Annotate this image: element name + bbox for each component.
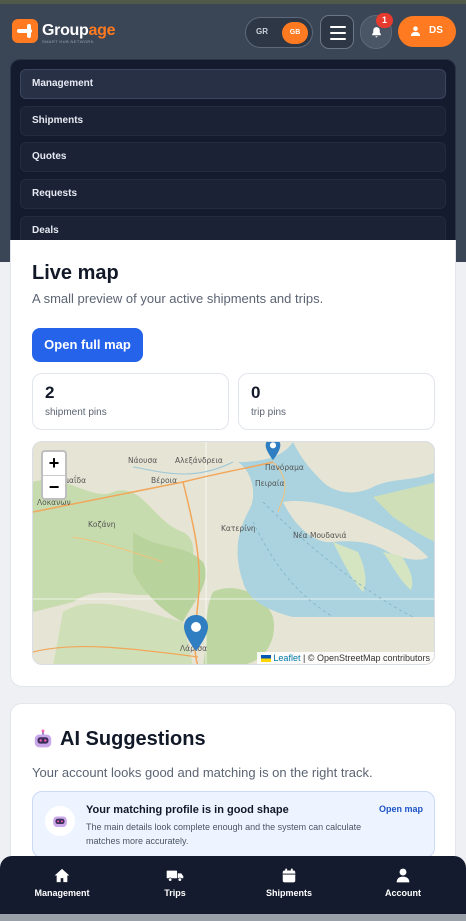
map-label-peiraia: Πειραία: [255, 479, 285, 488]
dropdown-item-requests[interactable]: Requests: [20, 179, 446, 210]
management-dropdown: Management Shipments Quotes Requests Dea…: [10, 59, 456, 252]
map-label-nea-moudania: Νέα Μουδανιά: [293, 531, 347, 540]
suggestion-title: Your matching profile is in good shape: [86, 804, 289, 816]
dropdown-item-management[interactable]: Management: [20, 69, 446, 99]
map-attribution: Leaflet | © OpenStreetMap contributors: [257, 652, 434, 664]
nav-item-trips[interactable]: Trips: [130, 868, 220, 898]
shipment-pins-stat: 2 shipment pins: [32, 373, 229, 430]
bottom-navigation: Management Trips Shipments Account: [0, 856, 466, 914]
nav-label-account: Account: [385, 888, 421, 898]
menu-icon: [330, 26, 346, 28]
robot-icon: [53, 816, 67, 827]
live-map-subtitle: A small preview of your active shipments…: [32, 291, 324, 306]
logo-mark-icon: [12, 19, 38, 43]
ai-title: AI Suggestions: [60, 728, 206, 750]
live-map-title: Live map: [32, 262, 119, 284]
trip-pins-label: trip pins: [251, 407, 287, 418]
top-strip: [0, 0, 466, 4]
map-preview[interactable]: Νάουσα Αλεξάνδρεια Πανόραμα Πτολεμαΐδα Β…: [32, 441, 435, 665]
lang-option-gb[interactable]: GB: [282, 22, 308, 44]
suggestion-description: The main details look complete enough an…: [86, 822, 362, 846]
logo-text-part2: age: [88, 22, 116, 39]
nav-item-shipments[interactable]: Shipments: [244, 868, 334, 898]
menu-button[interactable]: [320, 15, 354, 49]
account-initials: DS: [429, 25, 443, 36]
menu-icon-bar: [330, 32, 346, 34]
map-tiles: [33, 442, 434, 664]
map-label-alexandreia: Αλεξάνδρεια: [175, 456, 223, 465]
app-logo[interactable]: Groupage SMART HUB NETWORK: [12, 19, 115, 44]
shipment-pin[interactable]: [261, 441, 285, 460]
notification-badge: 1: [376, 13, 393, 28]
logo-text: Groupage: [42, 23, 115, 39]
shipment-pins-label: shipment pins: [45, 407, 107, 418]
live-map-card: Live map A small preview of your active …: [10, 240, 456, 687]
dropdown-item-shipments[interactable]: Shipments: [20, 105, 446, 136]
ai-title-row: AI Suggestions: [32, 728, 206, 751]
top-header: Groupage SMART HUB NETWORK GR GB 1 DS Ma…: [0, 0, 466, 262]
nav-label-management: Management: [34, 888, 90, 898]
nav-item-management[interactable]: Management: [17, 868, 107, 898]
map-label-kozani: Κοζάνη: [88, 520, 116, 529]
home-icon: [54, 868, 70, 883]
map-zoom-control: + −: [41, 450, 67, 500]
lang-option-gr[interactable]: GR: [256, 27, 268, 36]
suggestion-icon-wrap: [45, 806, 75, 836]
ukraine-flag-icon: [261, 655, 272, 662]
map-label-naousa: Νάουσα: [128, 456, 158, 465]
nav-label-shipments: Shipments: [265, 888, 312, 898]
suggestion-open-map-link[interactable]: Open map: [379, 804, 423, 814]
logo-text-part1: Group: [42, 22, 89, 39]
truck-icon: [166, 870, 184, 882]
logo-tagline: SMART HUB NETWORK: [42, 39, 94, 44]
map-label-veroia: Βέροια: [151, 476, 178, 485]
osm-attribution: | © OpenStreetMap contributors: [302, 653, 430, 663]
calendar-icon: [282, 868, 296, 883]
bell-icon: [372, 27, 381, 38]
user-icon: [396, 868, 410, 883]
map-label-panorama: Πανόραμα: [265, 463, 304, 472]
shipment-pin[interactable]: [184, 615, 208, 651]
nav-item-account[interactable]: Account: [358, 868, 448, 898]
trip-pins-count: 0: [251, 383, 261, 402]
robot-icon: [34, 728, 52, 747]
ai-subtitle: Your account looks good and matching is …: [32, 765, 373, 780]
account-button[interactable]: DS: [398, 16, 456, 47]
trip-pins-stat: 0 trip pins: [238, 373, 435, 430]
dropdown-item-quotes[interactable]: Quotes: [20, 142, 446, 173]
shipment-pins-count: 2: [45, 383, 55, 402]
nav-label-trips: Trips: [164, 888, 186, 898]
map-label-katerini: Κατερίνη: [221, 524, 256, 533]
language-switcher[interactable]: GR GB: [245, 17, 313, 48]
zoom-in-button[interactable]: +: [43, 452, 65, 475]
bottom-strip: [0, 914, 466, 921]
user-icon: [410, 26, 421, 37]
leaflet-link[interactable]: Leaflet: [273, 653, 300, 663]
open-full-map-button[interactable]: Open full map: [32, 328, 143, 362]
menu-icon-bar: [330, 38, 346, 40]
zoom-out-button[interactable]: −: [43, 475, 65, 498]
ai-suggestion-item: Your matching profile is in good shape T…: [32, 791, 435, 858]
